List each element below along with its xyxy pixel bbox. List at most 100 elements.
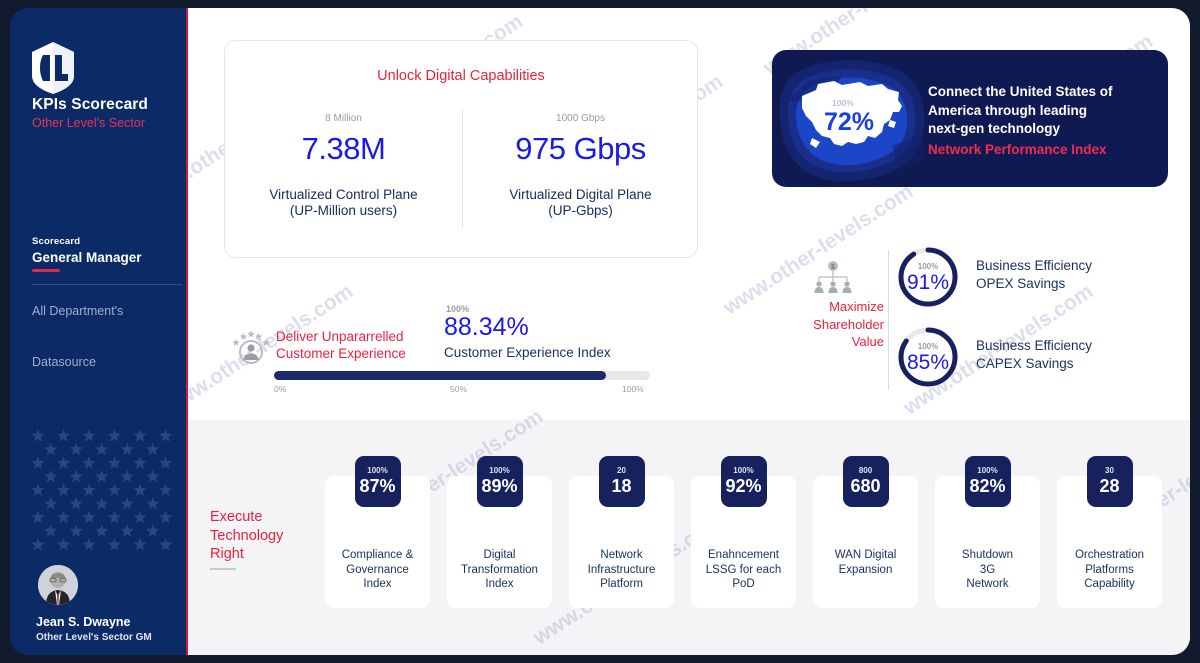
kpi-label-line1: WAN Digital bbox=[834, 549, 897, 561]
kpi-target: 800 bbox=[858, 466, 873, 475]
kpi-label-line2: Infrastructure bbox=[587, 563, 656, 576]
sidebar-divider bbox=[32, 284, 182, 285]
avatar[interactable] bbox=[36, 563, 80, 607]
kpi-label: Compliance & Governance Index bbox=[329, 548, 426, 592]
kpi-target: 100% bbox=[489, 466, 510, 475]
kpi-label-line2: Expansion bbox=[838, 563, 893, 576]
sidebar-item-datasource[interactable]: Datasource bbox=[32, 355, 96, 369]
active-underline bbox=[32, 269, 60, 272]
cx-label-line2: Customer Experience bbox=[276, 346, 406, 361]
sh-line-2: Shareholder bbox=[813, 316, 884, 332]
kpi-label-line3: Index bbox=[485, 578, 514, 590]
kpi-value: 87% bbox=[359, 476, 396, 496]
kpi-value: 89% bbox=[481, 476, 518, 496]
kpi-badge: 100% 87% bbox=[354, 456, 401, 507]
execute-underline bbox=[210, 568, 236, 570]
kpi-label-line3: Capability bbox=[1084, 578, 1135, 590]
cx-progress-track bbox=[274, 371, 650, 380]
kpi-label-line1: Shutdown bbox=[961, 549, 1014, 561]
exec-line-2: Technology bbox=[210, 527, 284, 544]
user-name: Jean S. Dwayne bbox=[36, 615, 131, 629]
gauge-label: Business Efficiency CAPEX Savings bbox=[976, 337, 1166, 372]
kpi-card[interactable]: 100% 82% Shutdown 3G Network bbox=[935, 456, 1040, 608]
gauge-value: 91% bbox=[906, 271, 950, 294]
kpi-label-line2: Governance bbox=[346, 563, 409, 576]
kpi-badge: 20 18 bbox=[598, 456, 645, 507]
cx-progress-fill bbox=[274, 371, 607, 380]
metric-caption-line2: (UP-Million users) bbox=[289, 203, 398, 218]
brand-subtitle: Other Level's Sector bbox=[32, 116, 145, 130]
execute-technology-right-label: Execute Technology Right bbox=[210, 508, 322, 564]
kpi-badge: 100% 82% bbox=[964, 456, 1011, 507]
kpi-target: 20 bbox=[617, 466, 626, 475]
kpi-card[interactable]: 800 680 WAN Digital Expansion bbox=[813, 456, 918, 608]
kpi-badge: 100% 89% bbox=[476, 456, 523, 507]
kpi-value: 28 bbox=[1099, 476, 1120, 496]
gauge-label-line2: CAPEX Savings bbox=[976, 355, 1074, 371]
metric-caption-line1: Virtualized Digital Plane bbox=[509, 187, 652, 202]
kpi-label-line1: Digital bbox=[483, 549, 516, 561]
kpi-label: Digital Transformation Index bbox=[451, 548, 548, 592]
kpi-label-line1: Network bbox=[600, 549, 643, 561]
kpi-card[interactable]: 20 18 Network Infrastructure Platform bbox=[569, 456, 674, 608]
gauge-ring: 100% 85% bbox=[896, 325, 960, 389]
metric-caption: Virtualized Digital Plane (UP-Gbps) bbox=[462, 187, 699, 219]
map-card-text: Connect the United States of America thr… bbox=[928, 83, 1160, 157]
cx-tick-mid: 50% bbox=[450, 384, 468, 394]
cx-tick-min: 0% bbox=[274, 384, 287, 394]
map-line-2: America through leading bbox=[928, 102, 1088, 118]
main-content: www.other-levels.com www.other-levels.com… bbox=[188, 8, 1190, 655]
network-performance-index-label: Network Performance Index bbox=[928, 141, 1107, 157]
kpi-label-line2: 3G bbox=[979, 563, 996, 576]
dashboard-root: KPIs Scorecard Other Level's Sector Scor… bbox=[0, 0, 1200, 663]
kpi-label-line3: Network bbox=[966, 578, 1009, 590]
kpi-badge: 100% 92% bbox=[720, 456, 767, 507]
kpi-label-line2: LSSG for each bbox=[705, 563, 782, 576]
page-title: KPIs Scorecard bbox=[32, 96, 148, 113]
maximize-shareholder-value-label: Maximize Shareholder Value bbox=[784, 298, 884, 351]
map-target: 100% bbox=[832, 98, 854, 108]
gauge-target: 100% bbox=[917, 342, 939, 351]
kpi-value: 18 bbox=[611, 476, 632, 496]
kpi-label-line2: Transformation bbox=[461, 563, 538, 576]
kpi-card[interactable]: 100% 92% Enahncement LSSG for each PoD bbox=[691, 456, 796, 608]
sidebar-active-eyebrow: Scorecard bbox=[32, 236, 81, 247]
unlock-digital-capabilities-card: Unlock Digital Capabilities 8 Million 7.… bbox=[224, 40, 698, 258]
user-role: Other Level's Sector GM bbox=[36, 632, 152, 643]
kpi-label-line1: Enahncement bbox=[708, 549, 779, 561]
gauge-label-line2: OPEX Savings bbox=[976, 275, 1066, 291]
ol-shield-logo-icon bbox=[30, 41, 76, 95]
metric-target: 8 Million bbox=[325, 113, 362, 124]
kpi-label-line3: Platform bbox=[600, 578, 643, 590]
map-line-1: Connect the United States of bbox=[928, 84, 1113, 99]
exec-line-1: Execute bbox=[210, 509, 263, 525]
map-value: 72% bbox=[824, 108, 875, 136]
kpi-value: 680 bbox=[850, 476, 881, 496]
cx-caption: Customer Experience Index bbox=[444, 345, 611, 360]
kpi-badge: 800 680 bbox=[842, 456, 889, 507]
sidebar-active-label: General Manager bbox=[32, 250, 142, 265]
kpi-label: Orchestration Platforms Capability bbox=[1061, 548, 1158, 592]
kpi-value: 92% bbox=[725, 476, 762, 496]
gauge-label-line1: Business Efficiency bbox=[976, 338, 1093, 353]
map-line-3: next-gen technology bbox=[928, 121, 1061, 136]
metric-caption-line1: Virtualized Control Plane bbox=[269, 187, 418, 202]
kpi-label: Shutdown 3G Network bbox=[939, 548, 1036, 592]
kpi-card[interactable]: 100% 87% Compliance & Governance Index bbox=[325, 456, 430, 608]
kpi-label-line1: Compliance & bbox=[341, 549, 414, 561]
digital-card-title: Unlock Digital Capabilities bbox=[377, 68, 545, 84]
kpi-card[interactable]: 30 28 Orchestration Platforms Capability bbox=[1057, 456, 1162, 608]
kpi-target: 100% bbox=[367, 466, 388, 475]
kpi-label-line3: PoD bbox=[732, 578, 755, 590]
kpi-value: 82% bbox=[969, 476, 1006, 496]
kpi-target: 100% bbox=[977, 466, 998, 475]
sidebar-item-general-manager[interactable]: Scorecard General Manager bbox=[32, 236, 182, 272]
sidebar-item-all-departments[interactable]: All Department's bbox=[32, 304, 123, 318]
shareholder-value-icon: $ bbox=[814, 261, 852, 293]
kpi-card[interactable]: 100% 89% Digital Transformation Index bbox=[447, 456, 552, 608]
metric-value: 975 Gbps bbox=[515, 131, 646, 166]
kpi-label: Enahncement LSSG for each PoD bbox=[695, 548, 792, 592]
cx-tick-max: 100% bbox=[622, 384, 644, 394]
kpi-label-line2: Platforms bbox=[1085, 563, 1134, 576]
kpi-label-line1: Orchestration bbox=[1074, 549, 1145, 561]
